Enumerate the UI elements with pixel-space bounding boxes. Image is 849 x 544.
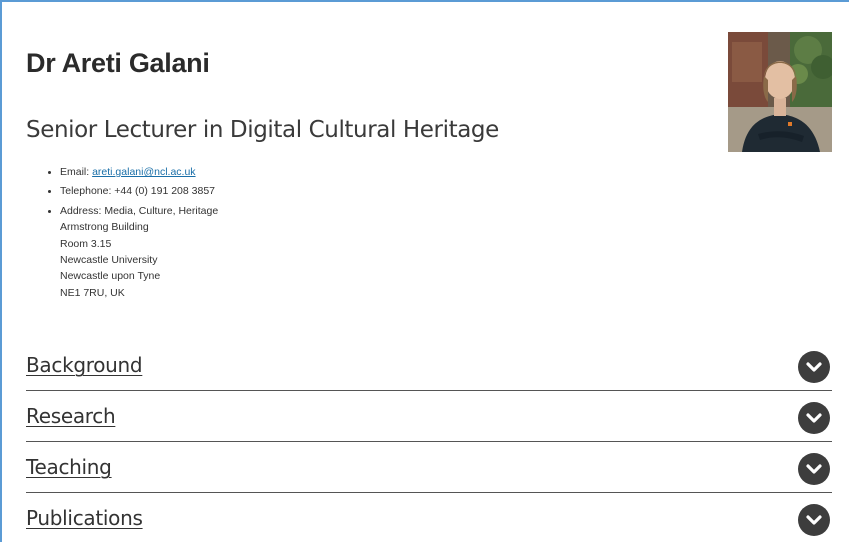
chevron-down-icon[interactable] xyxy=(798,453,830,485)
accordion-label-publications[interactable]: Publications xyxy=(26,506,143,530)
chevron-down-icon[interactable] xyxy=(798,402,830,434)
accordion-item-publications[interactable]: Publications xyxy=(26,493,832,544)
address-line: Newcastle upon Tyne xyxy=(60,270,161,283)
email-label: Email: xyxy=(60,166,93,178)
accordion-label-teaching[interactable]: Teaching xyxy=(26,455,112,479)
contact-email: Email: areti.galani@ncl.ac.uk xyxy=(46,164,218,180)
profile-photo xyxy=(728,32,832,152)
chevron-down-icon[interactable] xyxy=(798,504,830,536)
section-accordion: Background Research Teaching Publication… xyxy=(26,340,832,544)
profile-name: Dr Areti Galani xyxy=(26,48,210,78)
address-line: Room 3.15 xyxy=(60,237,112,250)
address-line: Armstrong Building xyxy=(60,221,149,234)
email-link[interactable]: areti.galani@ncl.ac.uk xyxy=(92,166,195,178)
accordion-item-background[interactable]: Background xyxy=(26,340,832,391)
address-line: Newcastle University xyxy=(60,254,158,267)
profile-job-title: Senior Lecturer in Digital Cultural Heri… xyxy=(26,117,499,143)
accordion-label-research[interactable]: Research xyxy=(26,404,116,428)
contact-address: Address: Media, Culture, Heritage Armstr… xyxy=(46,203,218,301)
accordion-item-teaching[interactable]: Teaching xyxy=(26,442,832,493)
contact-telephone: Telephone: +44 (0) 191 208 3857 xyxy=(46,183,218,199)
contact-list: Email: areti.galani@ncl.ac.uk Telephone:… xyxy=(46,164,218,304)
accordion-item-research[interactable]: Research xyxy=(26,391,832,442)
accordion-label-background[interactable]: Background xyxy=(26,353,143,377)
address-line: NE1 7RU, UK xyxy=(60,286,125,299)
chevron-down-icon[interactable] xyxy=(798,351,830,383)
address-line: Address: Media, Culture, Heritage xyxy=(60,204,219,217)
profile-page: Dr Areti Galani Senior Lecturer in Digit… xyxy=(26,0,834,542)
